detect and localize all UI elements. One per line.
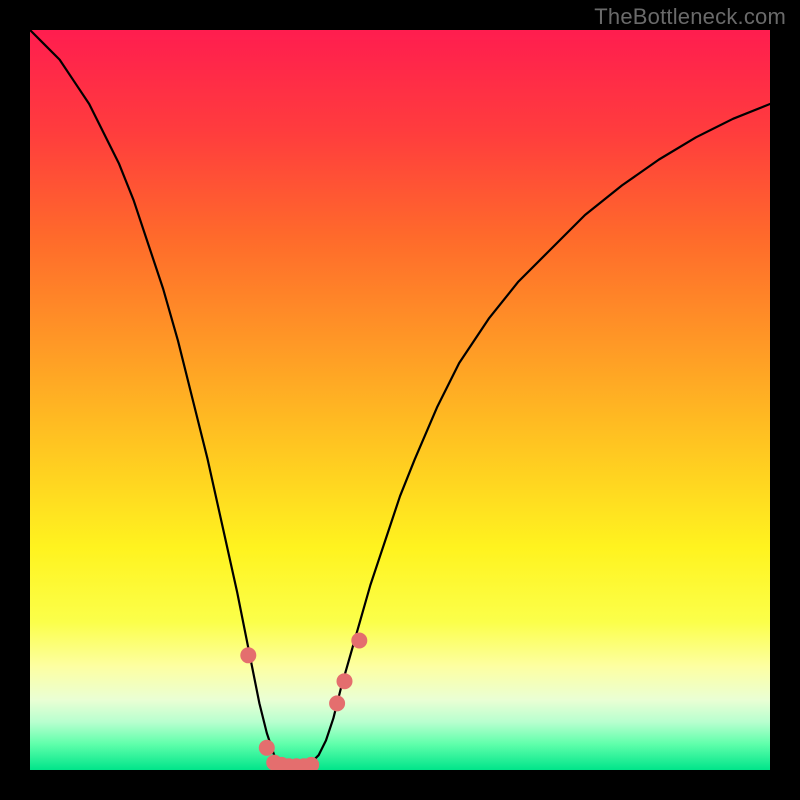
curve-marker: [240, 647, 256, 663]
plot-area: [30, 30, 770, 770]
chart-frame: TheBottleneck.com: [0, 0, 800, 800]
watermark-text: TheBottleneck.com: [594, 4, 786, 30]
highlight-markers: [30, 30, 770, 770]
curve-marker: [337, 673, 353, 689]
curve-marker: [351, 633, 367, 649]
curve-marker: [259, 740, 275, 756]
curve-marker: [329, 695, 345, 711]
